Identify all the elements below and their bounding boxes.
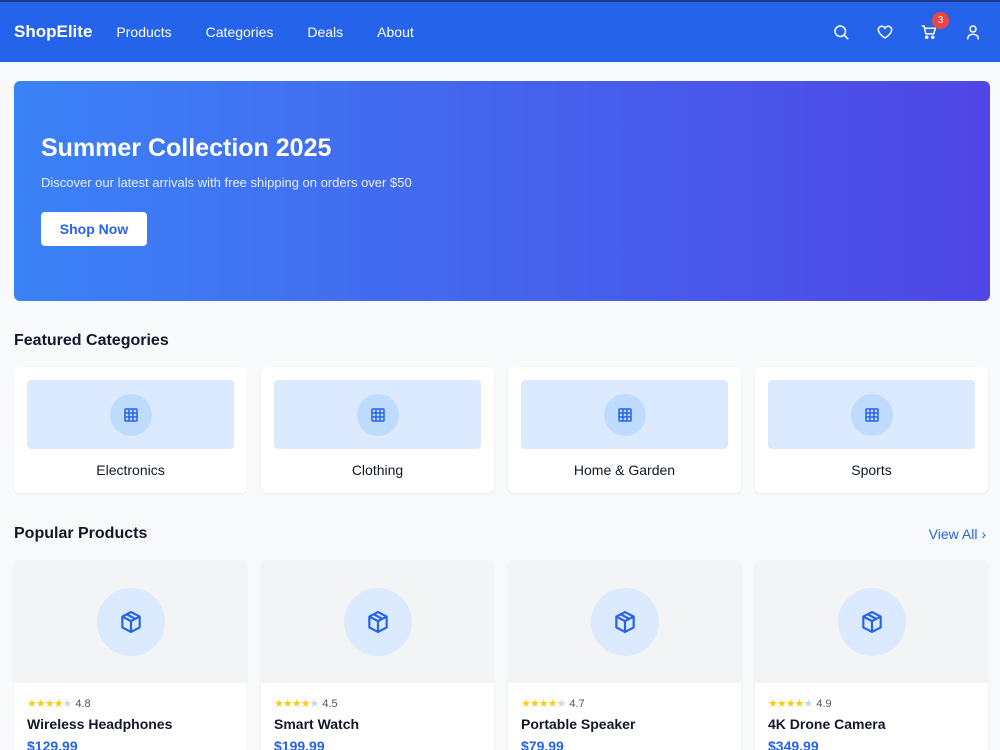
nav-link-products[interactable]: Products: [116, 24, 171, 40]
box-icon: [96, 587, 165, 656]
product-thumbnail: [261, 560, 494, 683]
nav-link-about[interactable]: About: [377, 24, 414, 40]
category-thumbnail: [274, 380, 481, 449]
rating-row: ★★★★★ 4.7: [521, 697, 728, 711]
featured-categories-title: Featured Categories: [14, 332, 169, 349]
category-thumbnail: [768, 380, 975, 449]
product-card[interactable]: ★★★★★ 4.9 4K Drone Camera $349.99: [755, 560, 988, 750]
grid-icon: [850, 393, 893, 436]
product-card[interactable]: ★★★★★ 4.7 Portable Speaker $79.99: [508, 560, 741, 750]
nav-actions: 3: [832, 12, 986, 41]
main-nav: Products Categories Deals About: [116, 24, 413, 40]
product-card[interactable]: ★★★★★ 4.8 Wireless Headphones $129.99: [14, 560, 247, 750]
star-rating-icon: ★★★★★: [768, 698, 813, 710]
cart-icon[interactable]: 3: [920, 12, 949, 41]
grid-icon: [356, 393, 399, 436]
top-navbar: ShopElite Products Categories Deals Abou…: [0, 0, 1000, 62]
hero-subtitle: Discover our latest arrivals with free s…: [41, 175, 412, 190]
search-icon[interactable]: [832, 23, 850, 41]
rating-value: 4.7: [569, 697, 585, 710]
product-name: Wireless Headphones: [27, 716, 173, 732]
product-card[interactable]: ★★★★★ 4.5 Smart Watch $199.99: [261, 560, 494, 750]
product-price: $79.99: [521, 738, 564, 750]
user-icon[interactable]: [964, 23, 982, 41]
rating-value: 4.9: [816, 697, 832, 710]
star-rating-icon: ★★★★★: [27, 698, 72, 710]
category-grid: Electronics Clothing Home & Garden Sport…: [14, 367, 988, 493]
box-icon: [837, 587, 906, 656]
product-thumbnail: [755, 560, 988, 683]
grid-icon: [603, 393, 646, 436]
rating-row: ★★★★★ 4.9: [768, 697, 975, 711]
star-rating-icon: ★★★★★: [521, 698, 566, 710]
rating-value: 4.8: [75, 697, 91, 710]
product-grid: ★★★★★ 4.8 Wireless Headphones $129.99 ★★…: [14, 560, 988, 750]
category-card-home-garden[interactable]: Home & Garden: [508, 367, 741, 493]
nav-link-categories[interactable]: Categories: [206, 24, 274, 40]
category-thumbnail: [27, 380, 234, 449]
category-card-clothing[interactable]: Clothing: [261, 367, 494, 493]
brand-logo[interactable]: ShopElite: [14, 22, 92, 42]
rating-row: ★★★★★ 4.5: [274, 697, 481, 711]
category-card-sports[interactable]: Sports: [755, 367, 988, 493]
category-label: Home & Garden: [573, 462, 676, 478]
product-price: $349.99: [768, 738, 819, 750]
hero-banner: Summer Collection 2025 Discover our late…: [14, 81, 990, 301]
rating-row: ★★★★★ 4.8: [27, 697, 234, 711]
heart-icon[interactable]: [876, 23, 894, 41]
shop-now-button[interactable]: Shop Now: [41, 212, 147, 246]
view-all-link[interactable]: View All ›: [929, 526, 986, 542]
hero-title: Summer Collection 2025: [41, 134, 332, 162]
product-thumbnail: [14, 560, 247, 683]
category-card-electronics[interactable]: Electronics: [14, 367, 247, 493]
product-price: $199.99: [274, 738, 325, 750]
rating-value: 4.5: [322, 697, 338, 710]
grid-icon: [109, 393, 152, 436]
cart-count-badge: 3: [932, 12, 949, 29]
category-label: Electronics: [96, 462, 165, 478]
box-icon: [590, 587, 659, 656]
category-label: Clothing: [351, 462, 404, 478]
product-name: 4K Drone Camera: [768, 716, 886, 732]
product-name: Smart Watch: [274, 716, 360, 732]
product-name: Portable Speaker: [521, 716, 636, 732]
category-label: Sports: [851, 462, 892, 478]
star-rating-icon: ★★★★★: [274, 698, 319, 710]
popular-products-title: Popular Products: [14, 525, 148, 542]
nav-link-deals[interactable]: Deals: [307, 24, 343, 40]
product-thumbnail: [508, 560, 741, 683]
product-price: $129.99: [27, 738, 78, 750]
box-icon: [343, 587, 412, 656]
category-thumbnail: [521, 380, 728, 449]
